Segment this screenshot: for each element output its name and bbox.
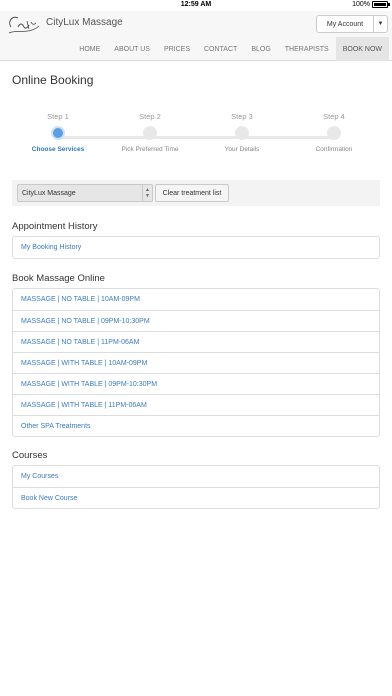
nav-book-now[interactable]: BOOK NOW [335,37,389,61]
step-2[interactable]: Step 2 Pick Preferred Time [104,112,196,153]
location-select-value: CityLux Massage [22,189,76,197]
list-item-massage-option[interactable]: MASSAGE | WITH TABLE | 10AM-09PM [13,352,379,373]
list-item-other-spa-treatments[interactable]: Other SPA Treatments [13,415,379,436]
appointment-history-title: Appointment History [12,221,98,232]
step-3[interactable]: Step 3 Your Details [196,112,288,153]
select-arrows-icon: ▲ ▼ [142,185,152,201]
list-item-massage-option[interactable]: MASSAGE | NO TABLE | 09PM-10:30PM [13,310,379,331]
status-bar: 12:59 AM 100% [0,0,392,11]
step-dot [235,126,249,140]
my-account-button[interactable]: My Account ▼ [316,15,388,33]
courses-list: My Courses Book New Course [12,465,380,509]
nav-prices[interactable]: PRICES [157,37,197,61]
list-item-massage-option[interactable]: MASSAGE | NO TABLE | 10AM-09PM [13,289,379,310]
location-select[interactable]: CityLux Massage ▲ ▼ [17,184,153,202]
step-4[interactable]: Step 4 Confirmation [288,112,380,153]
step-number: Step 1 [47,112,69,121]
step-name: Choose Services [31,146,85,153]
page-title: Online Booking [12,73,94,87]
appointment-history-list: My Booking History [12,236,380,259]
courses-title: Courses [12,450,48,461]
list-item-massage-option[interactable]: MASSAGE | WITH TABLE | 09PM-10:30PM [13,373,379,394]
step-dot [327,126,341,140]
step-dot-active [51,126,65,140]
step-name: Pick Preferred Time [121,146,179,153]
list-item-book-new-course[interactable]: Book New Course [13,487,379,508]
main-nav: HOME ABOUT US PRICES CONTACT BLOG THERAP… [0,37,392,61]
my-account-label: My Account [326,20,364,28]
list-item-my-courses[interactable]: My Courses [13,466,379,487]
step-number: Step 2 [139,112,161,121]
caret-down-icon[interactable]: ▼ [373,16,387,32]
step-number: Step 4 [323,112,345,121]
treatment-toolbar: CityLux Massage ▲ ▼ Clear treatment list [12,180,380,206]
list-item-massage-option[interactable]: MASSAGE | NO TABLE | 11PM-06AM [13,331,379,352]
status-time: 12:59 AM [180,1,212,8]
battery-icon [372,1,390,8]
nav-about-us[interactable]: ABOUT US [107,37,157,61]
clear-treatment-list-button[interactable]: Clear treatment list [155,184,229,202]
battery-indicator: 100% [352,1,390,8]
step-1[interactable]: Step 1 Choose Services [12,112,104,153]
site-header: CityLux Massage My Account ▼ HOME ABOUT … [0,11,392,61]
citylux-logo[interactable] [5,11,43,39]
battery-percent: 100% [352,1,370,8]
list-item-my-booking-history[interactable]: My Booking History [13,237,379,258]
list-item-massage-option[interactable]: MASSAGE | WITH TABLE | 11PM-06AM [13,394,379,415]
step-number: Step 3 [231,112,253,121]
brand-name[interactable]: CityLux Massage [46,17,123,28]
book-massage-list: MASSAGE | NO TABLE | 10AM-09PM MASSAGE |… [12,288,380,437]
nav-contact[interactable]: CONTACT [197,37,244,61]
nav-blog[interactable]: BLOG [244,37,277,61]
nav-therapists[interactable]: THERAPISTS [278,37,336,61]
step-name: Your Details [224,146,260,153]
step-dot [143,126,157,140]
step-name: Confirmation [315,146,353,153]
booking-steps: Step 1 Choose Services Step 2 Pick Prefe… [12,112,380,162]
book-massage-title: Book Massage Online [12,273,105,284]
nav-home[interactable]: HOME [72,37,107,61]
